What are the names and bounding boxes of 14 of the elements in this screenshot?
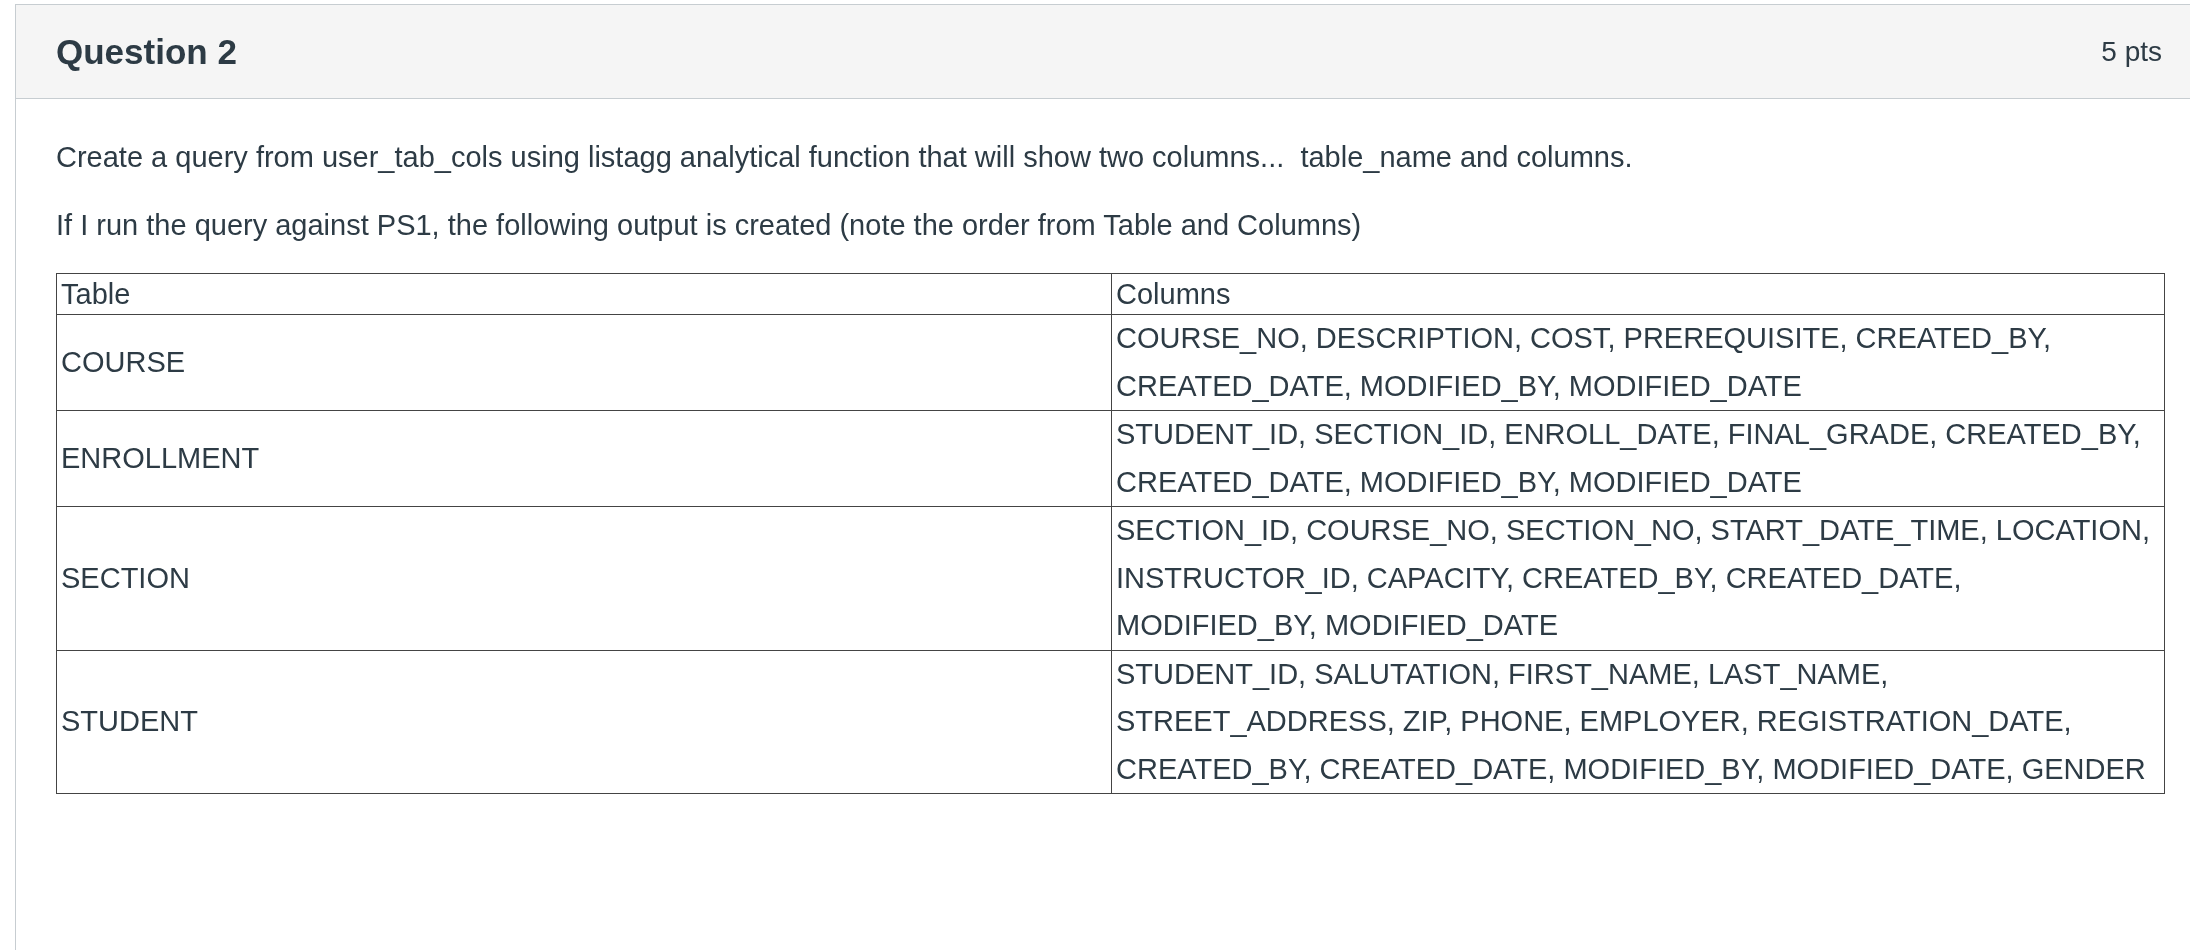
column-header: Columns <box>1111 273 2165 315</box>
table-cell: SECTION_ID, COURSE_NO, SECTION_NO, START_DATE_TIME, LOCATION, INSTRUCTOR_ID, CAPACITY, CREATED_BY, CREATED_DATE, MODIFIED_BY, MODIFIED_DATE <box>1111 506 2165 650</box>
question-text: If I run the query against PS1, the following output is created (note the order from Table and Columns) <box>56 208 1363 243</box>
question-text: Create a query from user_tab_cols using listagg analytical function that will show two columns... table_name and columns. <box>56 140 1634 175</box>
table-cell: COURSE_NO, DESCRIPTION, COST, PREREQUISITE, CREATED_BY, CREATED_DATE, MODIFIED_BY, MODIFIED_DATE <box>1111 314 2165 411</box>
table-cell: SECTION <box>56 506 1112 650</box>
points-label: 5 pts <box>2101 35 2162 68</box>
table-cell: STUDENT_ID, SALUTATION, FIRST_NAME, LAST_NAME, STREET_ADDRESS, ZIP, PHONE, EMPLOYER, REGISTRATION_DATE, CREATED_BY, CREATED_DATE, MODIFIED_BY, MODIFIED_DATE, GENDER <box>1111 650 2165 794</box>
question-title: Question 2 <box>56 31 237 72</box>
table-cell: STUDENT <box>56 650 1112 794</box>
table-cell: STUDENT_ID, SECTION_ID, ENROLL_DATE, FINAL_GRADE, CREATED_BY, CREATED_DATE, MODIFIED_BY, MODIFIED_DATE <box>1111 410 2165 507</box>
column-header: Table <box>56 273 1112 315</box>
table-cell: COURSE <box>56 314 1112 411</box>
table-cell: ENROLLMENT <box>56 410 1112 507</box>
